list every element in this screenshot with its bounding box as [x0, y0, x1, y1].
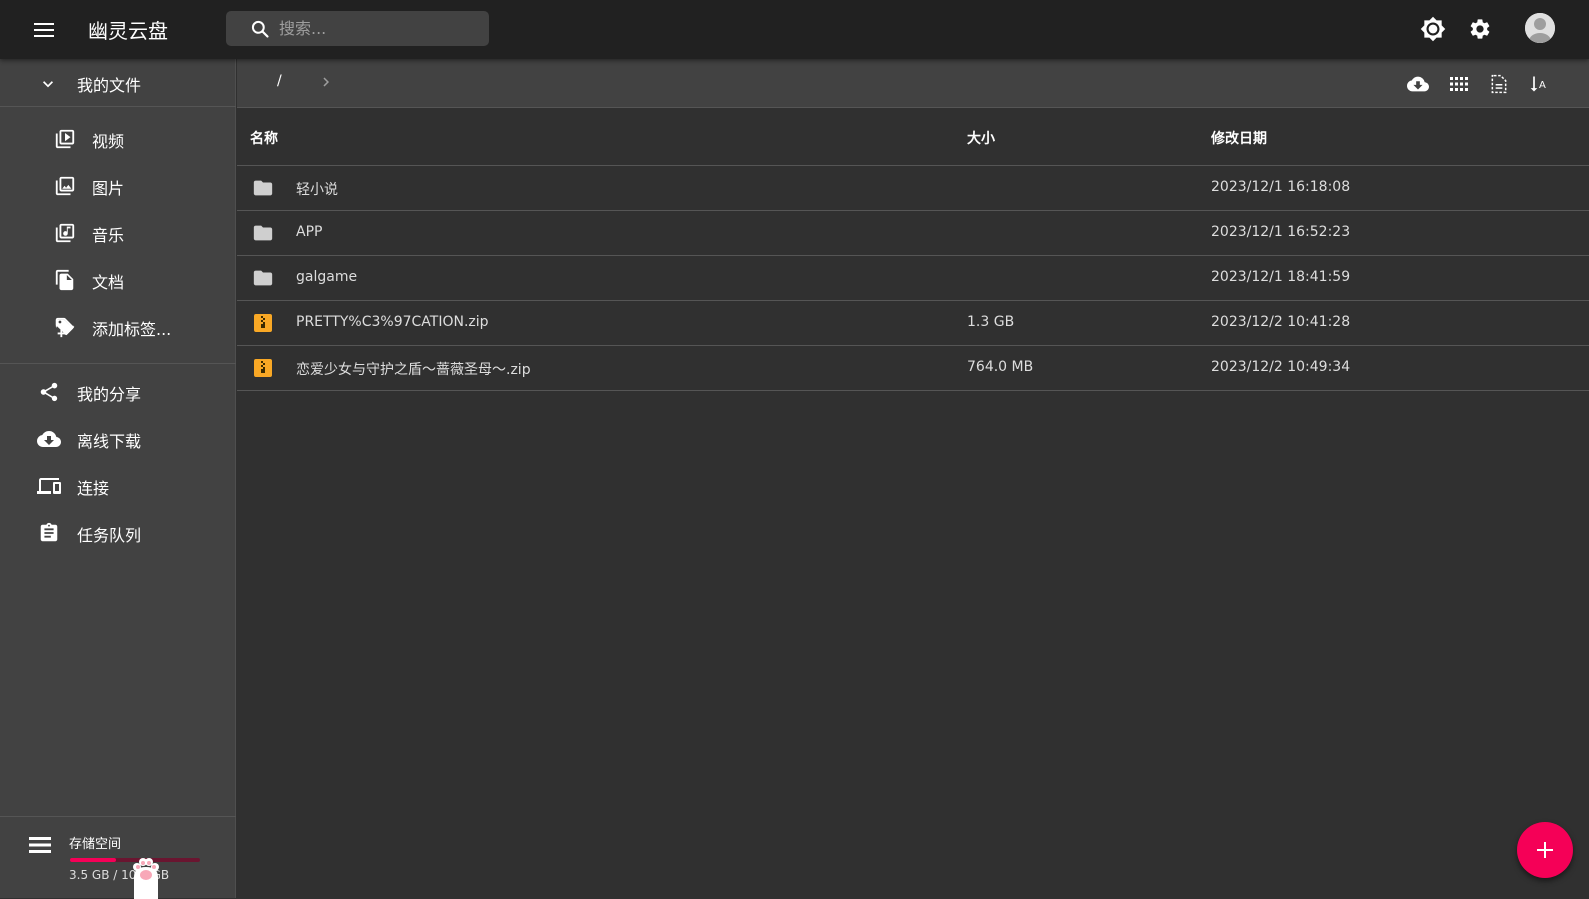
column-header-size[interactable]: 大小: [967, 128, 995, 148]
table-row[interactable]: galgame 2023/12/1 18:41:59: [237, 256, 1589, 301]
file-name: APP: [296, 224, 323, 240]
sidebar-item-my-shares[interactable]: 我的分享: [0, 369, 236, 415]
table-row[interactable]: APP 2023/12/1 16:52:23: [237, 211, 1589, 256]
image-library-icon: [53, 174, 77, 198]
column-header-modified[interactable]: 修改日期: [1211, 128, 1267, 148]
sidebar-item-connections[interactable]: 连接: [0, 463, 236, 509]
music-library-icon: [53, 221, 77, 245]
brightness-icon[interactable]: [1419, 15, 1447, 43]
file-name: 轻小说: [296, 182, 338, 198]
sidebar-my-files-label: 我的文件: [77, 76, 142, 95]
sidebar-item-label: 离线下载: [77, 432, 142, 451]
storage-panel[interactable]: 存储空间 3.5 GB / 10.0 GB: [0, 816, 236, 899]
sort-icon[interactable]: A: [1527, 72, 1551, 96]
sidebar-item-label: 文档: [92, 273, 125, 292]
app-title: 幽灵云盘: [88, 19, 168, 43]
storage-icon: [29, 836, 51, 854]
breadcrumb-root[interactable]: /: [277, 73, 282, 89]
grid-view-icon[interactable]: [1447, 72, 1471, 96]
table-row[interactable]: PRETTY%C3%97CATION.zip 1.3 GB 2023/12/2 10…: [237, 301, 1589, 346]
add-fab-button[interactable]: [1517, 822, 1573, 878]
plus-icon: [1537, 842, 1553, 858]
sidebar-item-label: 音乐: [92, 226, 125, 245]
settings-icon[interactable]: [1466, 15, 1494, 43]
file-modified-date: 2023/12/1 18:41:59: [1211, 269, 1351, 285]
add-tag-icon: [53, 315, 77, 339]
storage-progress-fill: [70, 858, 116, 862]
cloud-download-icon[interactable]: [1406, 72, 1430, 96]
file-modified-date: 2023/12/2 10:49:34: [1211, 359, 1351, 375]
search-box[interactable]: [226, 11, 489, 46]
folder-icon: [252, 222, 274, 244]
file-name: galgame: [296, 269, 358, 285]
column-header-name[interactable]: 名称: [250, 128, 278, 148]
sidebar-my-files[interactable]: 我的文件: [0, 59, 236, 107]
folder-icon: [252, 267, 274, 289]
account-avatar[interactable]: [1525, 13, 1555, 43]
file-name: PRETTY%C3%97CATION.zip: [296, 314, 489, 330]
sidebar-item-task-queue[interactable]: 任务队列: [0, 510, 236, 556]
table-header: 名称 大小 修改日期: [237, 108, 1589, 166]
sidebar-item-offline-download[interactable]: 离线下载: [0, 416, 236, 462]
table-row[interactable]: 恋爱少女与守护之盾～蔷薇圣母～.zip 764.0 MB 2023/12/2 10:…: [237, 346, 1589, 391]
menu-icon[interactable]: [30, 16, 58, 44]
share-icon: [37, 380, 61, 404]
clipboard-icon: [37, 521, 61, 545]
devices-icon: [37, 474, 61, 498]
sidebar-item-label: 图片: [92, 179, 125, 198]
breadcrumb-bar: / A: [237, 59, 1589, 108]
video-library-icon: [53, 127, 77, 151]
sidebar-item-label: 我的分享: [77, 385, 142, 404]
sidebar-item-documents[interactable]: 文档: [0, 257, 236, 303]
zip-file-icon: [252, 357, 274, 379]
sidebar-item-label: 添加标签...: [92, 320, 172, 339]
file-modified-date: 2023/12/1 16:18:08: [1211, 179, 1351, 195]
file-name: 恋爱少女与守护之盾～蔷薇圣母～.zip: [296, 362, 531, 378]
sidebar-item-music[interactable]: 音乐: [0, 210, 236, 256]
sidebar-item-add-tag[interactable]: 添加标签...: [0, 304, 236, 350]
sidebar-item-label: 任务队列: [77, 526, 142, 545]
search-icon: [250, 19, 270, 39]
document-icon: [53, 268, 77, 292]
sidebar-item-images[interactable]: 图片: [0, 163, 236, 209]
sidebar: 我的文件 视频 图片 音乐 文档 添加标签... 我的分享 离线下载 连接 任务…: [0, 59, 236, 899]
sidebar-item-label: 连接: [77, 479, 110, 498]
storage-title: 存储空间: [69, 837, 122, 852]
file-details-icon[interactable]: [1487, 72, 1511, 96]
chevron-down-icon: [38, 74, 58, 94]
sidebar-item-video[interactable]: 视频: [0, 116, 236, 162]
file-modified-date: 2023/12/1 16:52:23: [1211, 224, 1351, 240]
table-row[interactable]: 轻小说 2023/12/1 16:18:08: [237, 166, 1589, 211]
file-table: 名称 大小 修改日期 轻小说 2023/12/1 16:18:08 APP 2023/…: [237, 108, 1589, 391]
zip-file-icon: [252, 312, 274, 334]
file-size: 1.3 GB: [967, 314, 1015, 330]
svg-text:A: A: [1539, 80, 1546, 91]
cloud-download-icon: [37, 427, 61, 451]
search-input[interactable]: [279, 19, 469, 38]
file-modified-date: 2023/12/2 10:41:28: [1211, 314, 1351, 330]
sidebar-item-label: 视频: [92, 132, 125, 151]
cat-paw-icon: [133, 858, 159, 899]
sidebar-divider: [0, 363, 236, 364]
app-bar: 幽灵云盘: [0, 0, 1589, 59]
chevron-right-icon: [317, 73, 335, 91]
folder-icon: [252, 177, 274, 199]
file-size: 764.0 MB: [967, 359, 1034, 375]
